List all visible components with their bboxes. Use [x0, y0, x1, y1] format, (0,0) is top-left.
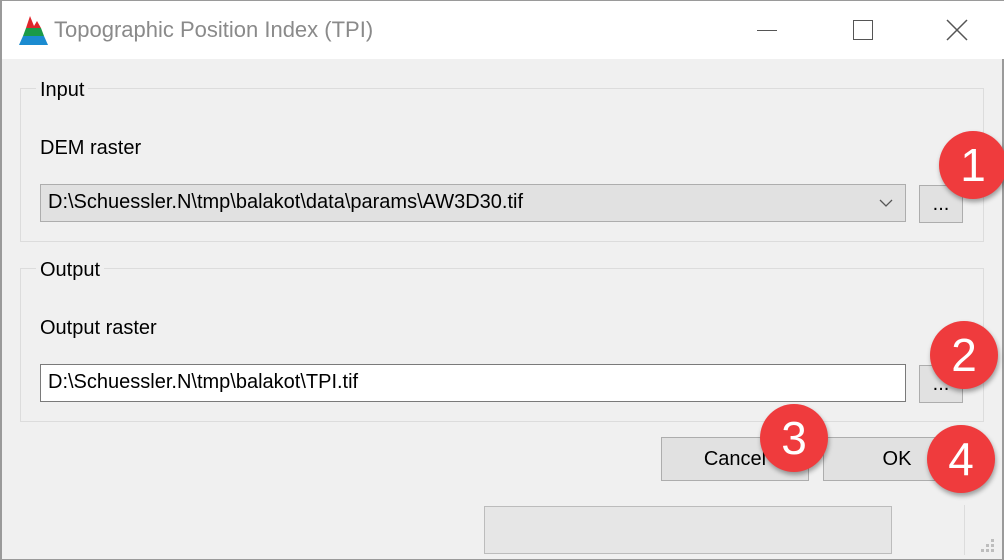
mountain-icon	[19, 16, 48, 45]
annotation-badge-4: 4	[927, 425, 995, 493]
output-group-legend: Output	[36, 259, 105, 282]
output-raster-label: Output raster	[40, 317, 157, 339]
minimize-icon	[757, 29, 777, 31]
annotation-badge-3: 3	[760, 404, 828, 472]
dem-raster-label: DEM raster	[40, 137, 142, 159]
annotation-badge-1: 1	[939, 131, 1004, 199]
output-raster-input[interactable]: D:\Schuessler.N\tmp\balakot\TPI.tif	[40, 364, 906, 402]
chevron-down-icon	[879, 199, 893, 207]
dem-raster-value: D:\Schuessler.N\tmp\balakot\data\params\…	[48, 191, 524, 213]
annotation-badge-2: 2	[930, 321, 998, 389]
minimize-button[interactable]	[747, 15, 787, 45]
window-title: Topographic Position Index (TPI)	[54, 17, 374, 42]
input-group-legend: Input	[36, 79, 89, 102]
status-divider	[964, 505, 965, 555]
maximize-button[interactable]	[843, 15, 883, 45]
progress-bar	[484, 506, 892, 554]
close-button[interactable]	[937, 15, 977, 45]
resize-grip-icon[interactable]	[980, 538, 996, 554]
close-icon	[946, 19, 968, 41]
dem-raster-combobox[interactable]: D:\Schuessler.N\tmp\balakot\data\params\…	[40, 184, 906, 222]
title-bar: Topographic Position Index (TPI)	[2, 1, 1004, 59]
maximize-icon	[853, 20, 873, 40]
